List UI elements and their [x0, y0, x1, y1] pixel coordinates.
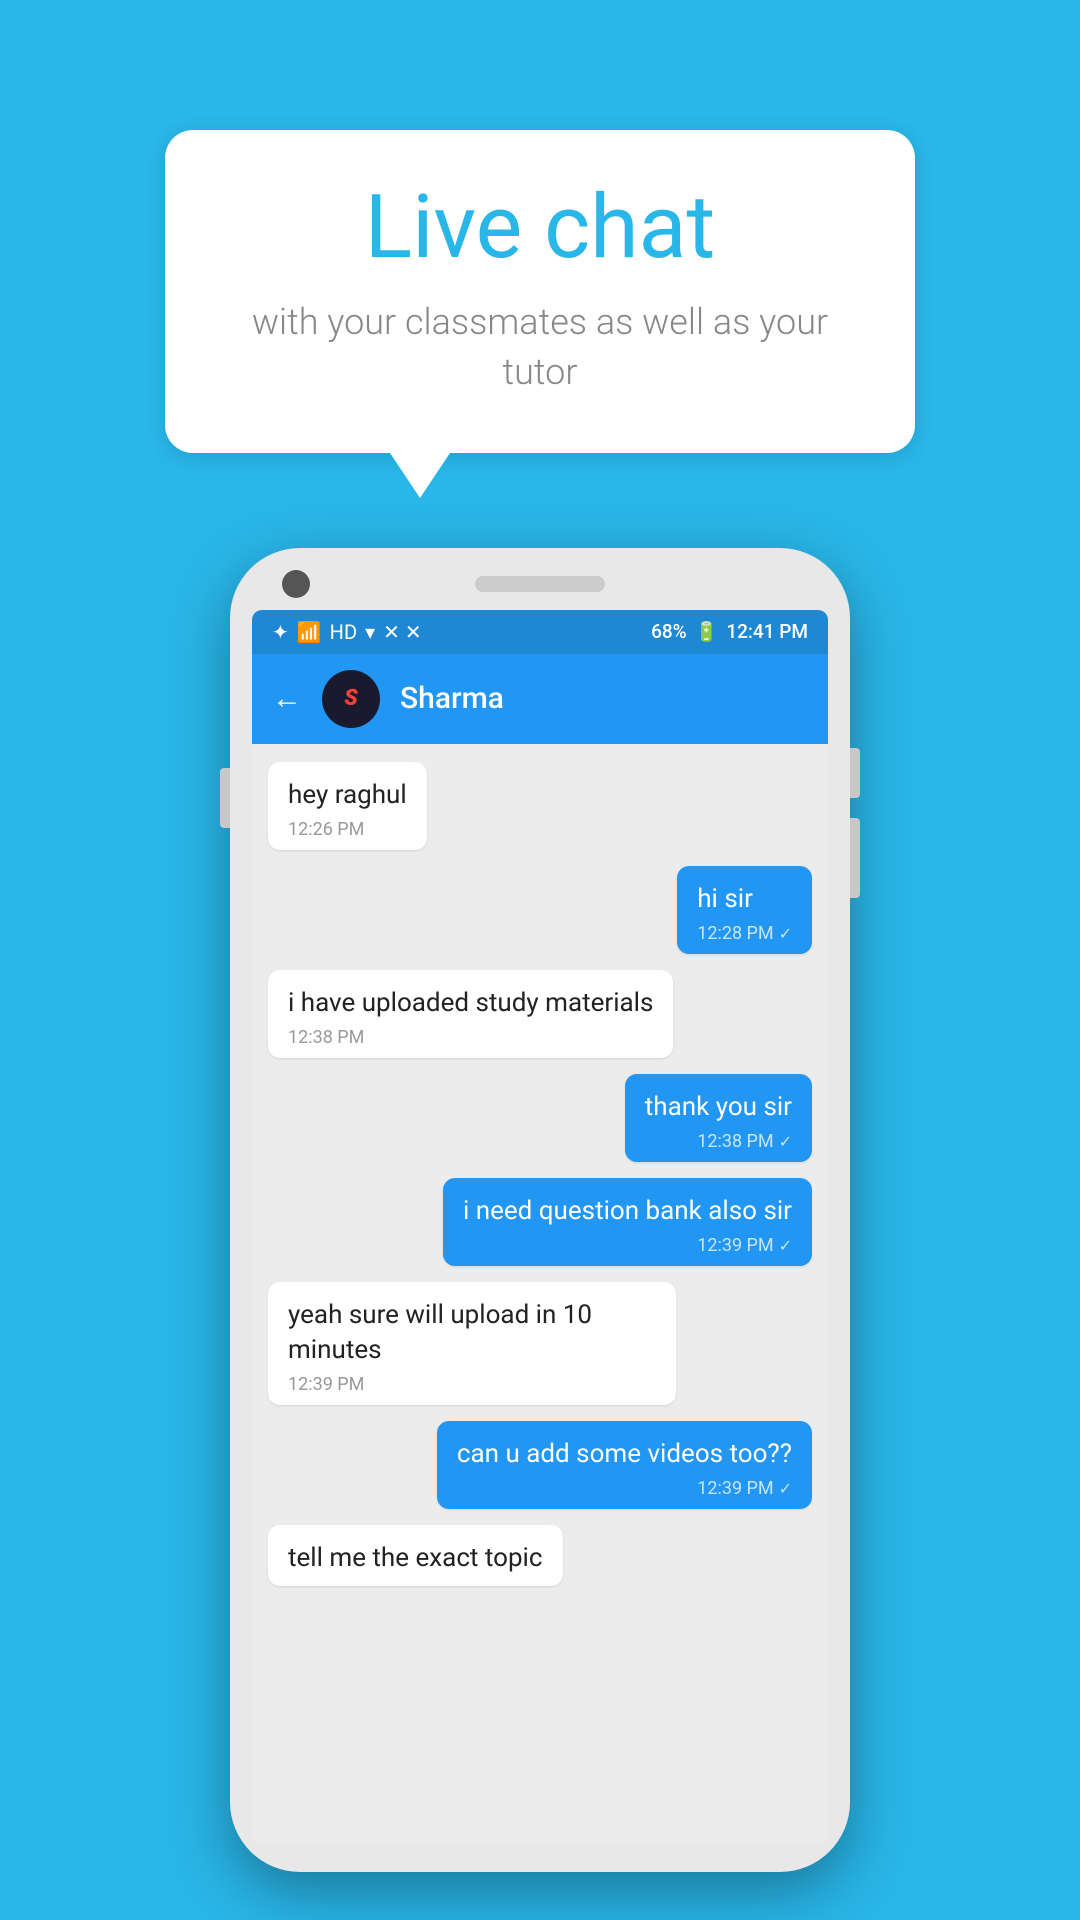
message-text: thank you sir	[645, 1090, 792, 1125]
status-icons-left: ✦ 📶 HD ▾ ✕ ✕	[272, 620, 422, 644]
message-text: i need question bank also sir	[463, 1194, 792, 1229]
message-6: yeah sure will upload in 10 minutes 12:3…	[268, 1282, 676, 1405]
clock: 12:41 PM	[726, 620, 808, 643]
battery-percent: 68%	[651, 620, 687, 643]
battery-icon: 🔋	[695, 620, 719, 643]
message-time: 12:26 PM	[288, 819, 407, 840]
message-time: 12:28 PM ✓	[697, 923, 792, 944]
message-1: hey raghul 12:26 PM	[268, 762, 427, 850]
side-button-left	[220, 768, 230, 828]
network-icon: ✕ ✕	[383, 620, 421, 644]
message-text: hi sir	[697, 882, 792, 917]
read-receipt: ✓	[779, 1132, 792, 1151]
wifi-icon: ▾	[365, 620, 375, 644]
contact-name: Sharma	[400, 681, 504, 716]
message-time: 12:39 PM	[288, 1374, 656, 1395]
subtitle: with your classmates as well as your tut…	[225, 297, 855, 398]
message-time: 12:39 PM ✓	[463, 1235, 792, 1256]
bubble-pointer	[390, 453, 450, 498]
message-text: can u add some videos too??	[457, 1437, 792, 1472]
side-button-right-bottom	[850, 818, 860, 898]
phone-mockup: ✦ 📶 HD ▾ ✕ ✕ 68% 🔋 12:41 PM ← S Sha	[220, 548, 860, 1872]
message-text: tell me the exact topic	[288, 1541, 543, 1576]
read-receipt: ✓	[779, 1236, 792, 1255]
message-time: 12:38 PM ✓	[645, 1131, 792, 1152]
read-receipt: ✓	[779, 924, 792, 943]
front-camera	[282, 570, 310, 598]
message-text: yeah sure will upload in 10 minutes	[288, 1298, 656, 1368]
phone-body: ✦ 📶 HD ▾ ✕ ✕ 68% 🔋 12:41 PM ← S Sha	[230, 548, 850, 1872]
message-8: tell me the exact topic	[268, 1525, 563, 1586]
side-button-right-top	[850, 748, 860, 798]
phone-screen: ✦ 📶 HD ▾ ✕ ✕ 68% 🔋 12:41 PM ← S Sha	[252, 610, 828, 1844]
message-time: 12:39 PM ✓	[457, 1478, 792, 1499]
speech-bubble: Live chat with your classmates as well a…	[165, 130, 915, 453]
message-4: thank you sir 12:38 PM ✓	[625, 1074, 812, 1162]
message-text: hey raghul	[288, 778, 407, 813]
message-2: hi sir 12:28 PM ✓	[677, 866, 812, 954]
callout-card: Live chat with your classmates as well a…	[165, 130, 915, 498]
signal-icon: 📶	[297, 620, 322, 644]
bluetooth-icon: ✦	[272, 620, 289, 644]
status-bar: ✦ 📶 HD ▾ ✕ ✕ 68% 🔋 12:41 PM	[252, 610, 828, 654]
read-receipt: ✓	[779, 1479, 792, 1498]
message-7: can u add some videos too?? 12:39 PM ✓	[437, 1421, 812, 1509]
message-5: i need question bank also sir 12:39 PM ✓	[443, 1178, 812, 1266]
main-title: Live chat	[225, 180, 855, 277]
contact-avatar: S	[322, 670, 380, 728]
superman-logo: S	[344, 686, 357, 711]
message-time: 12:38 PM	[288, 1027, 653, 1048]
speaker-grille	[475, 576, 605, 592]
back-button[interactable]: ←	[272, 681, 302, 716]
chat-header: ← S Sharma	[252, 654, 828, 744]
phone-top-bar	[252, 576, 828, 592]
status-right: 68% 🔋 12:41 PM	[651, 620, 808, 643]
hd-label: HD	[330, 620, 357, 644]
chat-body: hey raghul 12:26 PM hi sir 12:28 PM ✓ i …	[252, 744, 828, 1844]
message-3: i have uploaded study materials 12:38 PM	[268, 970, 673, 1058]
message-text: i have uploaded study materials	[288, 986, 653, 1021]
